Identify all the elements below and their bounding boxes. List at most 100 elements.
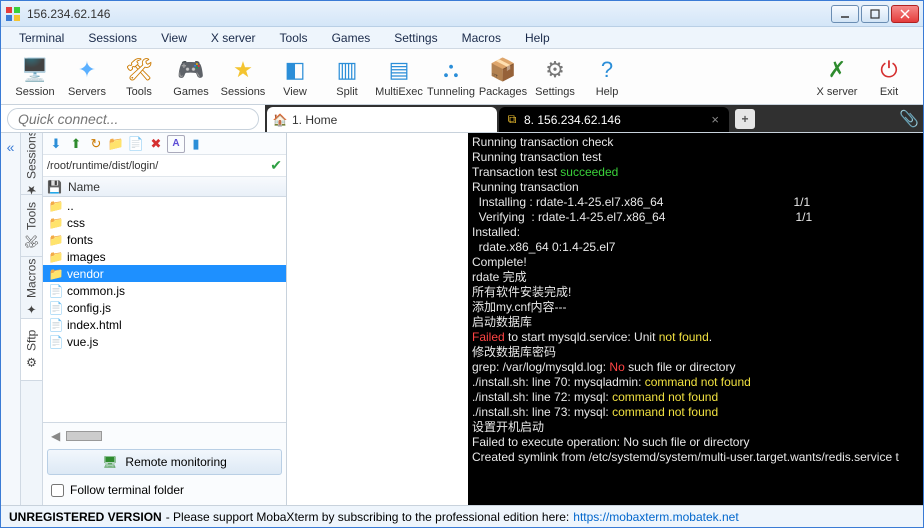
tab-label: 1. Home	[292, 113, 337, 127]
toolbar-settings-button[interactable]: ⚙Settings	[529, 51, 581, 103]
toolbar-label: Split	[336, 86, 357, 98]
file-row[interactable]: 📁vendor	[43, 265, 286, 282]
terminal-output[interactable]: Running transaction checkRunning transac…	[468, 133, 923, 505]
toolbar-session-button[interactable]: 🖥️ Session	[9, 51, 61, 103]
new-folder-icon[interactable]: 📁	[107, 135, 125, 153]
sessions-icon: ★	[229, 56, 257, 84]
sidetab-macros[interactable]: ✦Macros	[21, 257, 42, 319]
session-icon: 🖥️	[21, 56, 49, 84]
file-list[interactable]: 📁..📁css📁fonts📁images📁vendor📄common.js📄co…	[43, 197, 286, 422]
menu-terminal[interactable]: Terminal	[9, 29, 74, 47]
collapse-sidebar-button[interactable]: «	[1, 133, 21, 505]
toolbar-label: Exit	[880, 86, 898, 98]
menu-view[interactable]: View	[151, 29, 197, 47]
remote-monitoring-button[interactable]: 🖥 Remote monitoring	[47, 449, 282, 475]
scrollbar-thumb[interactable]	[66, 431, 102, 441]
file-icon: 📄	[49, 284, 63, 298]
filter-icon[interactable]: ▮	[187, 135, 205, 153]
toolbar-label: Sessions	[221, 86, 266, 98]
toolbar-packages-button[interactable]: 📦Packages	[477, 51, 529, 103]
menu-games[interactable]: Games	[322, 29, 381, 47]
exit-icon: ⏻	[875, 56, 903, 84]
menu-tools[interactable]: Tools	[270, 29, 318, 47]
file-row[interactable]: 📁images	[43, 248, 286, 265]
file-icon: 📄	[49, 301, 63, 315]
menu-sessions[interactable]: Sessions	[78, 29, 147, 47]
close-button[interactable]	[891, 5, 919, 23]
path-row: ✔	[43, 155, 286, 177]
minimize-button[interactable]	[831, 5, 859, 23]
toolbar-exit-button[interactable]: ⏻ Exit	[863, 51, 915, 103]
toolbar-label: Session	[15, 86, 54, 98]
paperclip-icon[interactable]: 📎	[899, 109, 919, 129]
statusbar: UNREGISTERED VERSION - Please support Mo…	[1, 505, 923, 527]
toolbar-label: Settings	[535, 86, 575, 98]
new-tab-button[interactable]: +	[735, 109, 755, 129]
close-tab-icon[interactable]: ×	[711, 112, 719, 127]
sidetab-sftp[interactable]: ⚙Sftp	[21, 319, 42, 381]
toolbar-tunneling-button[interactable]: ⛬Tunneling	[425, 51, 477, 103]
file-name: index.html	[67, 318, 122, 332]
toolbar-tools-button[interactable]: 🛠Tools	[113, 51, 165, 103]
tab-home[interactable]: 🏠 1. Home	[267, 107, 497, 132]
folder-icon: 📁	[49, 233, 63, 247]
quick-connect-input[interactable]	[7, 108, 259, 130]
file-icon: 📄	[49, 335, 63, 349]
xserver-icon: ✗	[823, 56, 851, 84]
maximize-button[interactable]	[861, 5, 889, 23]
folder-icon: 📁	[49, 267, 63, 281]
follow-row: Follow terminal folder	[47, 479, 282, 501]
menu-settings[interactable]: Settings	[384, 29, 447, 47]
menu-x-server[interactable]: X server	[201, 29, 266, 47]
file-name: ..	[67, 199, 74, 213]
toolbar-label: Games	[173, 86, 208, 98]
col-name: Name	[68, 180, 100, 194]
new-file-icon[interactable]: 📄	[127, 135, 145, 153]
scroll-hint[interactable]: ◀	[47, 427, 282, 445]
toolbar-view-button[interactable]: ◧View	[269, 51, 321, 103]
toolbar-xserver-button[interactable]: ✗X server	[811, 51, 863, 103]
sidetab-tools[interactable]: 🛠Tools	[21, 195, 42, 257]
servers-icon: ✦	[73, 56, 101, 84]
file-row[interactable]: 📄index.html	[43, 316, 286, 333]
file-row[interactable]: 📄 vue.js	[43, 333, 286, 350]
side-tabs: ★Sessions🛠Tools✦Macros⚙Sftp	[21, 133, 43, 505]
file-name: fonts	[67, 233, 93, 247]
refresh-icon[interactable]: ↻	[87, 135, 105, 153]
file-row[interactable]: 📁css	[43, 214, 286, 231]
window-title: 156.234.62.146	[27, 7, 831, 21]
letter-icon[interactable]: A	[167, 135, 185, 153]
file-row[interactable]: 📄config.js	[43, 299, 286, 316]
chevron-left-icon[interactable]: ◀	[51, 429, 60, 443]
file-name: common.js	[67, 284, 125, 298]
file-row[interactable]: 📄 common.js	[43, 282, 286, 299]
download-icon[interactable]: ⬇	[47, 135, 65, 153]
toolbar-split-button[interactable]: ▥Split	[321, 51, 373, 103]
terminal-icon: ⧉	[505, 113, 519, 127]
tab-session-active[interactable]: ⧉ 8. 156.234.62.146 ×	[499, 107, 729, 132]
sidetab-sessions[interactable]: ★Sessions	[21, 133, 42, 195]
toolbar-help-button[interactable]: ?Help	[581, 51, 633, 103]
tools-icon: 🛠	[25, 234, 39, 249]
path-input[interactable]	[47, 160, 266, 172]
upload-icon[interactable]: ⬆	[67, 135, 85, 153]
file-row[interactable]: 📁 fonts	[43, 231, 286, 248]
toolbar-servers-button[interactable]: ✦Servers	[61, 51, 113, 103]
file-header[interactable]: 💾 Name	[43, 177, 286, 197]
toolbar-games-button[interactable]: 🎮Games	[165, 51, 217, 103]
file-name: vue.js	[67, 335, 98, 349]
file-name: css	[67, 216, 85, 230]
monitor-icon: 🖥	[102, 455, 117, 469]
disk-icon: 💾	[47, 180, 62, 194]
toolbar-sessions-button[interactable]: ★ Sessions	[217, 51, 269, 103]
menu-macros[interactable]: Macros	[452, 29, 511, 47]
remote-monitoring-label: Remote monitoring	[125, 455, 226, 469]
follow-checkbox[interactable]	[51, 484, 64, 497]
delete-icon[interactable]: ✖	[147, 135, 165, 153]
toolbar-multiexec-button[interactable]: ▤MultiExec	[373, 51, 425, 103]
menu-help[interactable]: Help	[515, 29, 560, 47]
status-link[interactable]: https://mobaxterm.mobatek.net	[573, 510, 738, 524]
toolbar: 🖥️ Session ✦Servers🛠Tools🎮Games ★ Sessions◧V…	[1, 49, 923, 105]
toolbar-label: Packages	[479, 86, 527, 98]
file-row[interactable]: 📁..	[43, 197, 286, 214]
